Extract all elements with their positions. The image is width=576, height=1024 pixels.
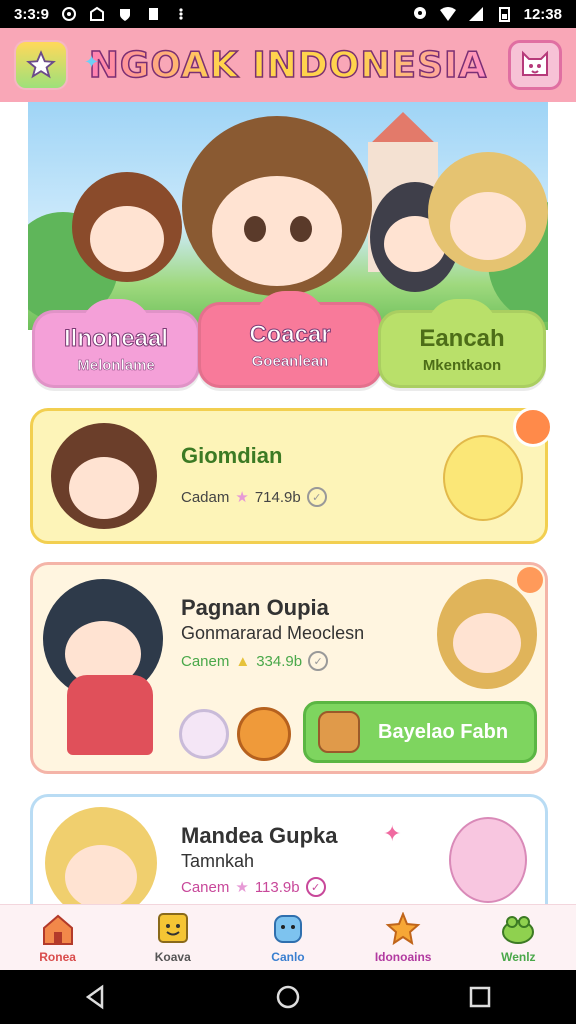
card-name: Mandea Gupka bbox=[181, 823, 338, 848]
check-icon: ✓ bbox=[306, 487, 327, 507]
card-meta: Canem ★ 113.9b ✓ bbox=[181, 877, 326, 897]
status-clock: 12:38 bbox=[523, 5, 562, 23]
signal-icon bbox=[468, 7, 483, 21]
character-blonde-girl bbox=[428, 152, 548, 272]
battery-icon bbox=[498, 7, 510, 22]
card-subtitle: Gonmararad Meoclesn bbox=[181, 623, 365, 643]
app-title: NGOAK INDONESIA bbox=[88, 44, 488, 87]
check-icon: ✓ bbox=[308, 651, 329, 671]
card-meta: Canem ▲ 334.9b ✓ bbox=[181, 651, 329, 671]
castle-roof bbox=[368, 112, 438, 146]
nav-canlo[interactable]: Canlo bbox=[238, 912, 338, 964]
green-frog-icon bbox=[502, 915, 535, 944]
meta-value: 113.9b bbox=[254, 878, 300, 896]
system-nav-bar bbox=[0, 970, 576, 1024]
meta-label: Canem bbox=[181, 652, 230, 670]
list-item[interactable]: Giomdian Cadam ★ 714.9b ✓ bbox=[30, 407, 553, 544]
blue-pet-icon bbox=[273, 914, 302, 943]
avatar bbox=[51, 423, 157, 529]
category-subtitle: Goeanlean bbox=[251, 352, 329, 370]
play-action-button[interactable]: Bayelao Fabn bbox=[303, 701, 537, 763]
star-icon bbox=[26, 50, 56, 79]
location-icon bbox=[413, 7, 426, 19]
paw-button[interactable] bbox=[179, 709, 229, 759]
home-icon[interactable] bbox=[274, 983, 302, 1011]
category-button-2[interactable]: Coacar Goeanlean bbox=[198, 291, 382, 388]
heart-icon[interactable] bbox=[517, 567, 543, 593]
list-item[interactable]: Mandea Gupka Tamnkah Canem ★ 113.9b ✓ ✦ bbox=[30, 794, 548, 904]
basket-icon bbox=[318, 711, 360, 753]
card-name: Pagnan Oupia bbox=[181, 595, 329, 620]
pet-profile-button[interactable] bbox=[508, 40, 562, 90]
character-list[interactable]: Giomdian Cadam ★ 714.9b ✓ Pagnan Oupia G… bbox=[0, 392, 576, 904]
smile-button[interactable] bbox=[237, 707, 291, 761]
category-button-1[interactable]: Ilnoneaal Melonlame bbox=[32, 299, 200, 388]
category-subtitle: Melonlame bbox=[77, 356, 155, 374]
bottom-nav: Ronea Koava Canlo Idonoains Wenlz bbox=[0, 904, 576, 970]
avatar bbox=[45, 807, 157, 904]
nav-idonoains[interactable]: Idonoains bbox=[353, 911, 453, 964]
favorites-button[interactable] bbox=[14, 40, 68, 90]
list-item[interactable]: Pagnan Oupia Gonmararad Meoclesn Canem ▲… bbox=[30, 562, 548, 774]
star-icon: ★ bbox=[235, 879, 249, 896]
nav-label: Idonoains bbox=[374, 949, 432, 964]
character-boy-brown-hair bbox=[182, 116, 372, 296]
sparkle-icon: ✦ bbox=[84, 52, 100, 72]
meta-value: 714.9b bbox=[254, 488, 301, 506]
wifi-icon bbox=[439, 7, 456, 21]
blonde-girl-avatar bbox=[437, 579, 537, 689]
thumb-icon: ▲ bbox=[235, 652, 251, 670]
shield-notify-icon bbox=[120, 9, 131, 21]
house-icon bbox=[42, 914, 73, 945]
character-girl-red-bow bbox=[72, 172, 182, 282]
card-subtitle: Tamnkah bbox=[181, 851, 255, 871]
pink-bear-mascot bbox=[449, 817, 527, 903]
meta-label: Canem bbox=[181, 878, 230, 896]
check-icon: ✓ bbox=[305, 877, 326, 897]
meta-value: 334.9b bbox=[256, 652, 303, 670]
category-subtitle: Mkentkaon bbox=[422, 356, 502, 374]
heart-badge-icon[interactable] bbox=[513, 407, 553, 447]
nav-label: Ronea bbox=[39, 949, 76, 964]
nav-label: Wenlz bbox=[501, 949, 536, 964]
nav-koava[interactable]: Koava bbox=[123, 912, 223, 964]
nav-wenlz[interactable]: Wenlz bbox=[468, 912, 568, 964]
back-icon[interactable] bbox=[82, 983, 110, 1011]
nav-label: Koava bbox=[154, 949, 191, 964]
cat-face-icon bbox=[522, 50, 548, 76]
star-icon bbox=[385, 911, 421, 945]
sync-icon bbox=[62, 7, 77, 21]
home-notify-icon bbox=[90, 6, 105, 21]
star-icon: ★ bbox=[235, 489, 249, 506]
recents-icon[interactable] bbox=[466, 983, 494, 1011]
more-icon bbox=[179, 8, 183, 20]
action-label: Bayelao Fabn bbox=[378, 720, 509, 743]
nav-home[interactable]: Ronea bbox=[8, 912, 108, 964]
meta-label: Cadam bbox=[181, 488, 230, 506]
category-button-3[interactable]: Eancah Mkentkaon bbox=[378, 299, 546, 388]
category-row: Ilnoneaal Melonlame Coacar Goeanlean Ean… bbox=[28, 291, 550, 392]
yellow-bear-mascot bbox=[443, 435, 523, 521]
sparkle-icon: ✦ bbox=[383, 821, 402, 846]
sim-icon bbox=[149, 8, 159, 20]
status-bar: 3:3:9 12:38 bbox=[0, 0, 576, 28]
card-meta: Cadam ★ 714.9b ✓ bbox=[181, 487, 327, 507]
red-dress bbox=[67, 675, 153, 755]
nav-label: Canlo bbox=[271, 949, 305, 964]
status-time: 3:3:9 bbox=[14, 5, 50, 23]
card-name: Giomdian bbox=[181, 443, 283, 468]
smiley-box-icon bbox=[157, 912, 188, 943]
category-title: Coacar bbox=[249, 320, 331, 348]
